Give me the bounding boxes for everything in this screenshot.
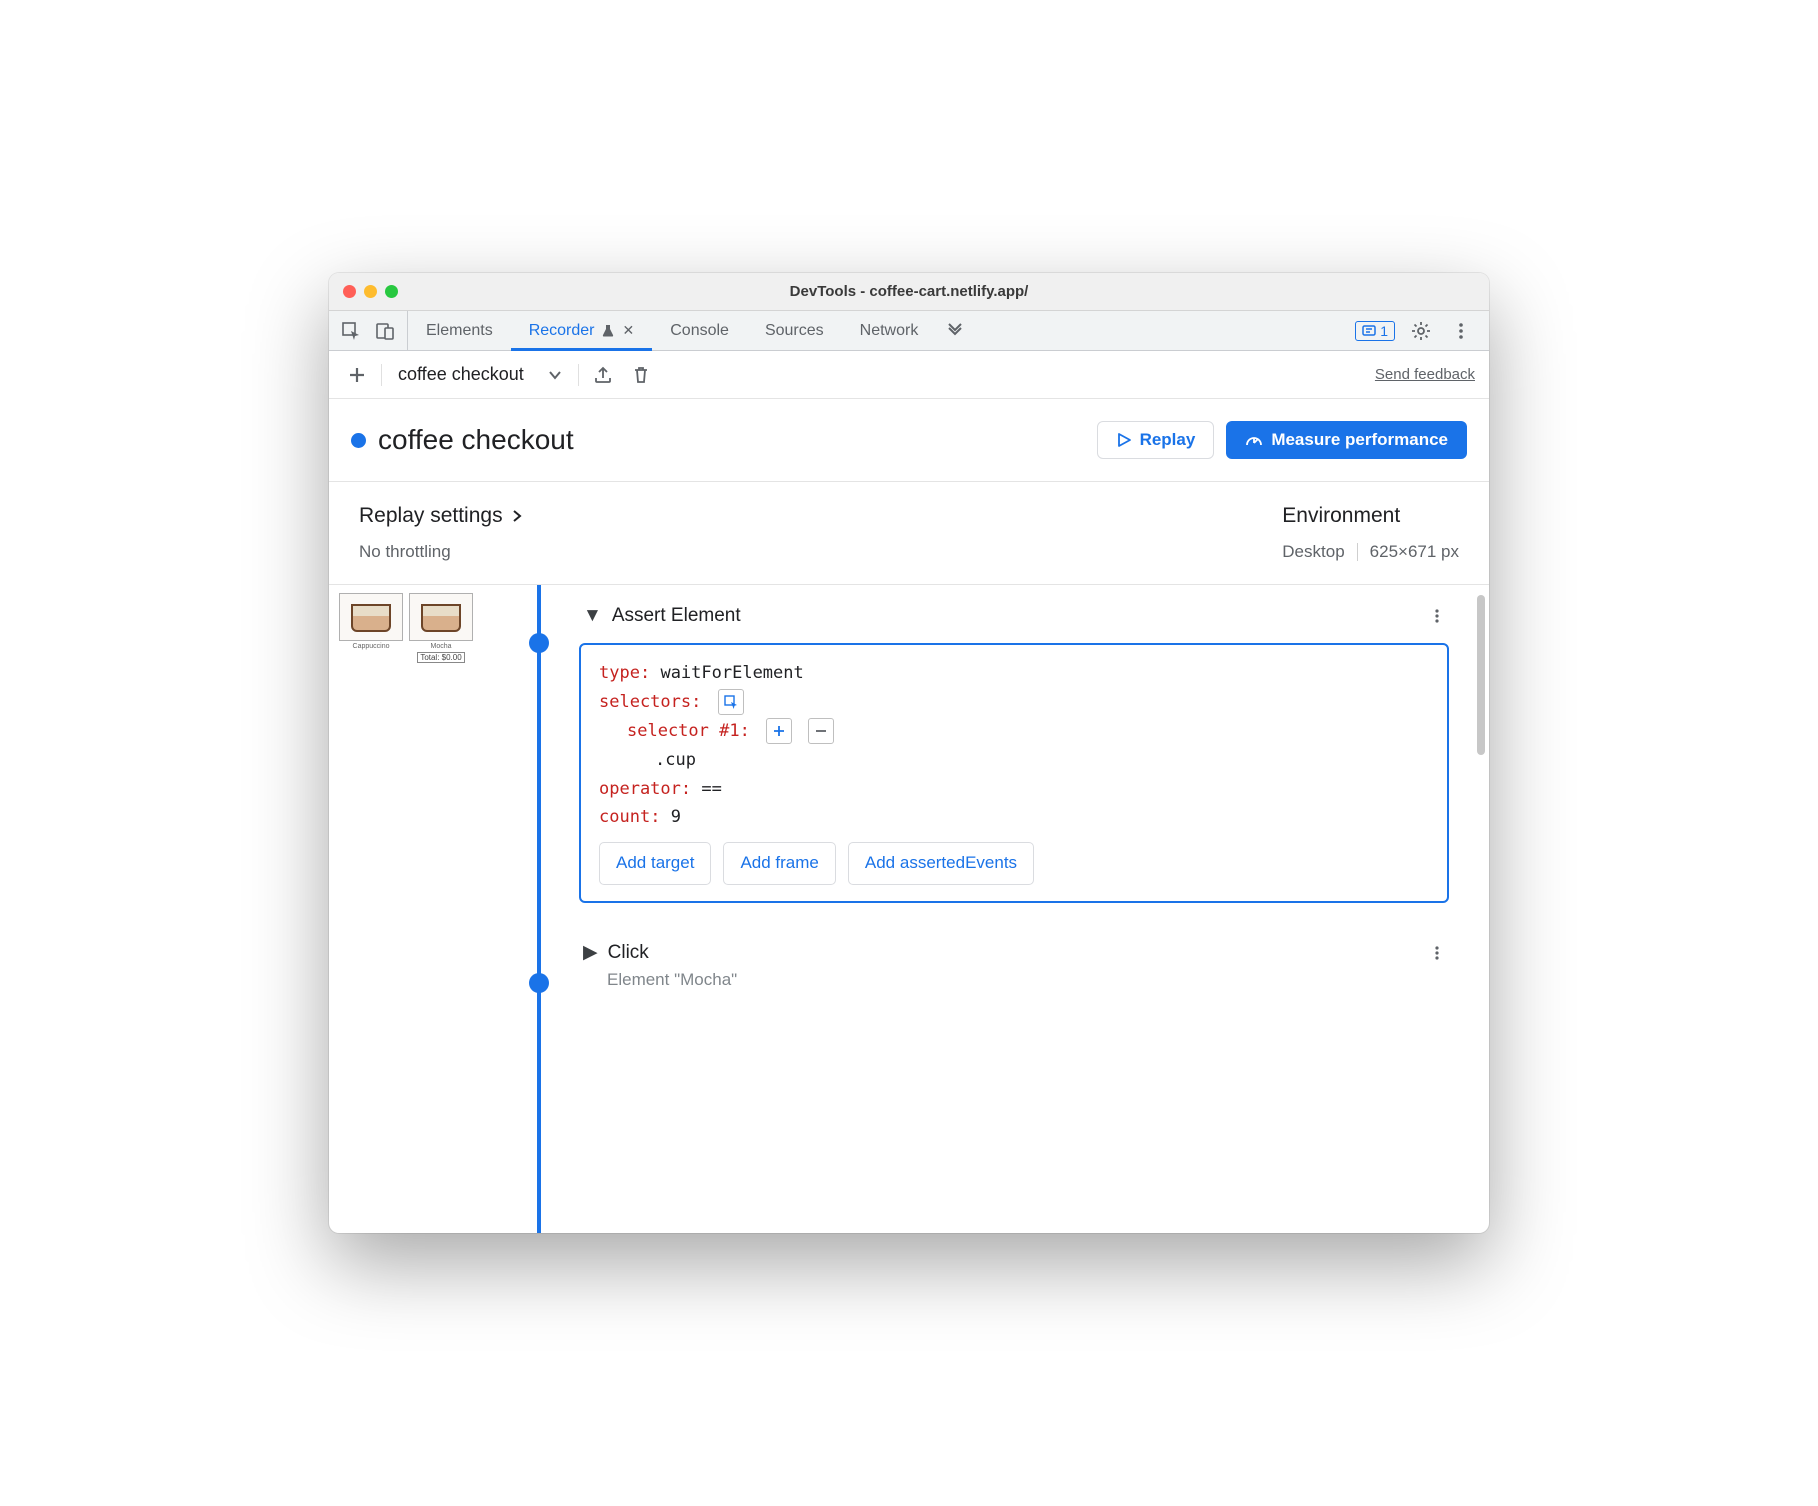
timeline-rail <box>499 585 579 1233</box>
tabs-overflow-icon[interactable] <box>936 311 974 350</box>
add-selector-icon[interactable] <box>766 718 792 744</box>
tab-console[interactable]: Console <box>652 311 747 350</box>
add-frame-button[interactable]: Add frame <box>723 842 835 885</box>
tab-network[interactable]: Network <box>842 311 937 350</box>
settings-gear-icon[interactable] <box>1407 317 1435 345</box>
new-recording-plus-icon[interactable] <box>343 361 371 389</box>
window-title: DevTools - coffee-cart.netlify.app/ <box>329 283 1489 300</box>
recording-picker[interactable]: coffee checkout <box>392 364 568 385</box>
steps-list: ▼ Assert Element type: waitForElement se… <box>579 585 1489 1233</box>
tabbar: Elements Recorder ✕ Console Sources Netw… <box>329 311 1489 351</box>
titlebar: DevTools - coffee-cart.netlify.app/ <box>329 273 1489 311</box>
inspect-element-icon[interactable] <box>337 317 365 345</box>
device-toggle-icon[interactable] <box>371 317 399 345</box>
recording-status-dot <box>351 433 366 448</box>
minimize-window-button[interactable] <box>364 285 377 298</box>
thumb-0[interactable]: Cappuccino <box>339 593 403 650</box>
timeline-node-assert[interactable] <box>529 633 549 653</box>
close-tab-icon[interactable]: ✕ <box>623 322 635 339</box>
recorder-toolbar: coffee checkout Send feedback <box>329 351 1489 399</box>
chevron-down-icon <box>548 368 562 382</box>
pick-selector-icon[interactable] <box>718 689 744 715</box>
step-assert: ▼ Assert Element type: waitForElement se… <box>579 595 1449 903</box>
screenshot-thumbs: Cappuccino Mocha Total: $0.00 <box>329 585 499 1233</box>
step-assert-body: type: waitForElement selectors: selector… <box>579 643 1449 903</box>
tab-sources[interactable]: Sources <box>747 311 842 350</box>
tab-elements[interactable]: Elements <box>408 311 511 350</box>
flask-icon <box>601 324 615 338</box>
thumb-1[interactable]: Mocha Total: $0.00 <box>409 593 473 663</box>
chevron-down-icon: ▼ <box>583 605 602 627</box>
step-click-subtitle: Element "Mocha" <box>607 970 1449 990</box>
traffic-lights <box>343 285 398 298</box>
delete-icon[interactable] <box>627 361 655 389</box>
timeline-node-click[interactable] <box>529 973 549 993</box>
kebab-menu-icon[interactable] <box>1447 317 1475 345</box>
measure-performance-button[interactable]: Measure performance <box>1226 421 1467 459</box>
export-icon[interactable] <box>589 361 617 389</box>
scrollbar[interactable] <box>1477 595 1485 755</box>
recording-title: coffee checkout <box>378 424 574 456</box>
chevron-right-icon: ▶ <box>583 941 598 964</box>
remove-selector-icon[interactable] <box>808 718 834 744</box>
environment-value: Desktop 625×671 px <box>1282 542 1459 562</box>
send-feedback-link[interactable]: Send feedback <box>1375 366 1475 383</box>
issues-badge[interactable]: 1 <box>1355 321 1395 341</box>
devtools-window: DevTools - coffee-cart.netlify.app/ Elem… <box>329 273 1489 1233</box>
environment-label: Environment <box>1282 504 1459 528</box>
zoom-window-button[interactable] <box>385 285 398 298</box>
step-assert-header[interactable]: ▼ Assert Element <box>579 595 1449 637</box>
replay-settings-toggle[interactable]: Replay settings <box>359 504 523 528</box>
step-assert-menu[interactable] <box>1429 608 1445 624</box>
recording-header: coffee checkout Replay Measure performan… <box>329 399 1489 482</box>
add-target-button[interactable]: Add target <box>599 842 711 885</box>
tab-recorder[interactable]: Recorder ✕ <box>511 311 653 350</box>
step-click: ▶ Click Element "Mocha" <box>579 931 1449 990</box>
settings-row: Replay settings No throttling Environmen… <box>329 482 1489 585</box>
throttling-value: No throttling <box>359 542 523 562</box>
add-asserted-events-button[interactable]: Add assertedEvents <box>848 842 1034 885</box>
step-click-menu[interactable] <box>1429 945 1445 961</box>
close-window-button[interactable] <box>343 285 356 298</box>
timeline: Cappuccino Mocha Total: $0.00 ▼ Assert E… <box>329 585 1489 1233</box>
chevron-right-icon <box>511 510 523 522</box>
step-click-header[interactable]: ▶ Click <box>579 931 1449 974</box>
replay-button[interactable]: Replay <box>1097 421 1215 459</box>
